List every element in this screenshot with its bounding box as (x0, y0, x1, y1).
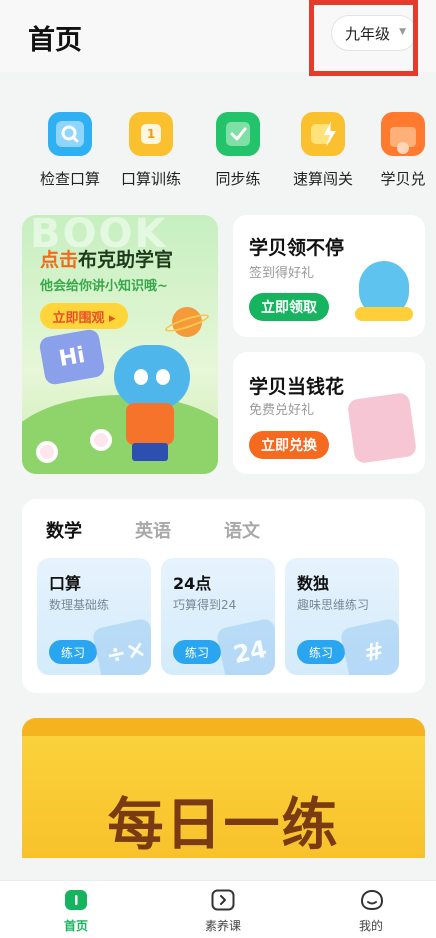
grade-selector-highlight (309, 0, 418, 76)
practice-card-24-points[interactable]: 24点 巧算得到24 练习 24 (161, 558, 275, 675)
daily-practice-title: 每日一练 (107, 793, 340, 858)
quick-action-label: 速算闯关 (292, 170, 353, 188)
quick-action-label: 学贝兑 (380, 170, 426, 188)
bottom-nav: 首页 素养课 我的 (0, 880, 436, 938)
quick-action-arithmetic-training[interactable]: 1 口算训练 (114, 112, 188, 189)
coins-illustration (355, 307, 413, 321)
hi-bubble: Hi (38, 328, 106, 386)
quick-action-points-exchange[interactable]: 学贝兑 (366, 112, 436, 189)
nav-label: 素养课 (204, 919, 241, 933)
tab-chinese[interactable]: 语文 (224, 517, 260, 543)
flower-decoration (90, 429, 112, 451)
tab-math[interactable]: 数学 (46, 517, 82, 543)
quick-actions: 检查口算 1 口算训练 同步练 速算闯关 学贝兑 (0, 112, 436, 196)
daily-practice-banner[interactable]: 每日一练 (22, 718, 425, 858)
quick-action-label: 检查口算 (39, 170, 100, 188)
practice-subtitle: 趣味思维练习 (297, 598, 370, 612)
quick-action-label: 同步练 (215, 170, 261, 188)
quick-action-check-arithmetic[interactable]: 检查口算 (33, 112, 107, 189)
practice-button[interactable]: 练习 (49, 640, 97, 664)
watch-now-button[interactable]: 立即围观 ▸ (40, 303, 128, 329)
elephant-mascot (114, 345, 190, 409)
card-title: 学贝当钱花 (249, 376, 345, 398)
practice-button[interactable]: 练习 (173, 640, 221, 664)
quick-action-speed-challenge[interactable]: 速算闯关 (286, 112, 360, 189)
practice-subtitle: 数理基础练 (49, 598, 110, 612)
nav-home[interactable]: 首页 (36, 889, 116, 934)
gift-icon (381, 112, 425, 156)
banner-subtitle: 他会给你讲小知识哦~ (40, 279, 168, 294)
banner-stripe (22, 718, 425, 736)
book-gift-illustration (346, 391, 418, 465)
exchange-now-button[interactable]: 立即兑换 (249, 431, 329, 459)
practice-title: 24点 (173, 574, 212, 593)
practice-card-arithmetic[interactable]: 口算 数理基础练 练习 ÷× (37, 558, 151, 675)
flower-decoration (36, 441, 58, 463)
search-icon (48, 112, 92, 156)
profile-icon (359, 889, 384, 911)
practice-title: 数独 (297, 574, 330, 593)
quick-action-sync-practice[interactable]: 同步练 (201, 112, 275, 189)
lightning-icon (301, 112, 345, 156)
quick-action-label: 口算训练 (120, 170, 181, 188)
banner-title-rest: 布克助学官 (78, 249, 174, 271)
tab-english[interactable]: 英语 (135, 517, 171, 543)
sudoku-grid-icon: # (339, 617, 399, 675)
calendar-icon: 1 (129, 112, 173, 156)
card-subtitle: 签到得好礼 (249, 266, 315, 281)
earn-points-card[interactable]: 学贝领不停 签到得好礼 立即领取 (233, 215, 425, 337)
mascot-shirt (126, 403, 174, 445)
practice-card-sudoku[interactable]: 数独 趣味思维练习 练习 # (285, 558, 399, 675)
banner-title-highlight: 点击 (40, 249, 79, 271)
bookmark-check-icon (216, 112, 260, 156)
nav-label: 我的 (358, 919, 383, 933)
spend-points-card[interactable]: 学贝当钱花 免费兑好礼 立即兑换 (233, 352, 425, 474)
number-24-icon: 24 (215, 617, 275, 675)
practice-button[interactable]: 练习 (297, 640, 345, 664)
mascot-eye (134, 369, 148, 385)
nav-label: 首页 (63, 919, 88, 933)
calculator-icon: ÷× (91, 617, 151, 675)
mascot-eye (156, 369, 170, 385)
banner-title: 点击布克助学官 (40, 245, 173, 272)
nav-profile[interactable]: 我的 (331, 889, 411, 934)
subjects-panel: 数学 英语 语文 口算 数理基础练 练习 ÷× 24点 巧算得到24 练习 24… (22, 499, 425, 693)
home-book-icon (64, 889, 88, 911)
claim-now-button[interactable]: 立即领取 (249, 293, 329, 321)
card-title: 学贝领不停 (249, 237, 345, 259)
mascot-shorts (132, 443, 168, 461)
page-title: 首页 (28, 25, 82, 56)
play-icon (211, 889, 235, 911)
assistant-banner[interactable]: BOOK 点击布克助学官 他会给你讲小知识哦~ 立即围观 ▸ Hi (22, 215, 218, 474)
card-subtitle: 免费兑好礼 (249, 403, 315, 418)
calendar-glyph: 1 (141, 124, 161, 144)
practice-title: 口算 (49, 574, 82, 593)
hill-decoration (22, 395, 218, 474)
practice-subtitle: 巧算得到24 (173, 598, 237, 612)
nav-courses[interactable]: 素养课 (183, 889, 263, 934)
